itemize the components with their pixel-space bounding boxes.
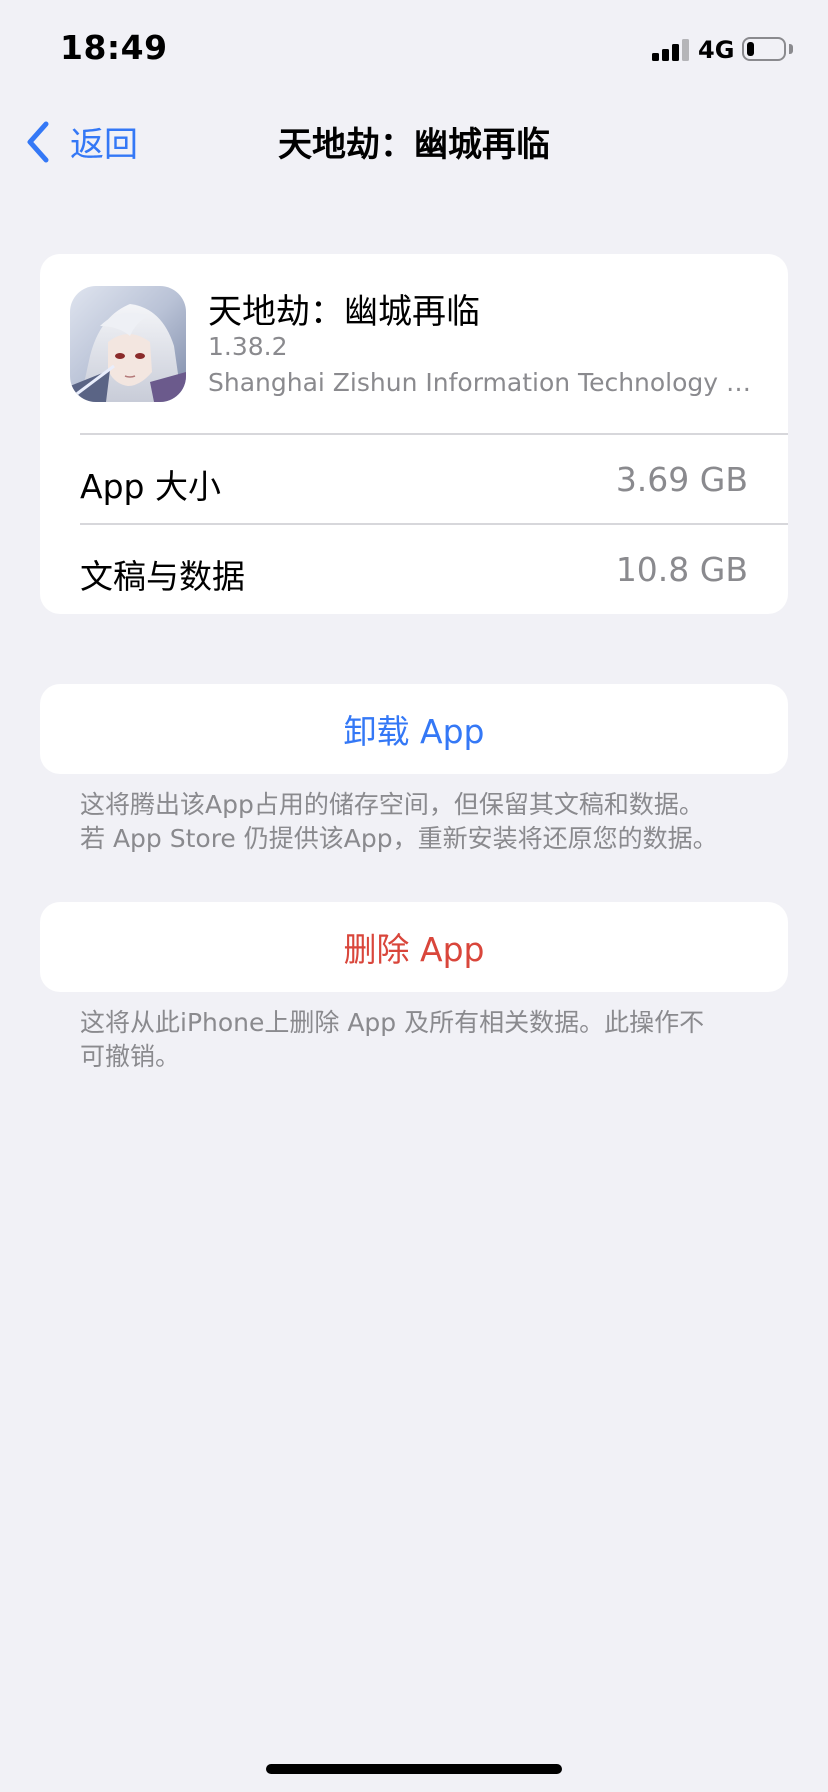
app-version: 1.38.2	[208, 332, 288, 361]
offload-app-label: 卸载 App	[343, 712, 485, 751]
app-icon	[70, 286, 186, 402]
app-size-value: 3.69 GB	[615, 460, 748, 499]
delete-description: 这将从此iPhone上删除 App 及所有相关数据。此操作不 可撤销。	[80, 1006, 750, 1074]
delete-description-line: 这将从此iPhone上删除 App 及所有相关数据。此操作不	[80, 1008, 705, 1037]
app-developer: Shanghai Zishun Information Technology C…	[208, 368, 756, 397]
app-size-label: App 大小	[80, 467, 221, 506]
delete-description-line: 可撤销。	[80, 1042, 181, 1071]
battery-level	[747, 42, 754, 56]
status-time: 18:49	[60, 28, 168, 67]
battery-icon	[742, 37, 786, 61]
offload-description-line: 这将腾出该App占用的储存空间，但保留其文稿和数据。	[80, 790, 704, 819]
divider	[80, 523, 788, 525]
delete-app-label: 删除 App	[343, 930, 485, 969]
divider	[80, 433, 788, 435]
battery-cap	[789, 44, 793, 54]
app-name: 天地劫：幽城再临	[208, 292, 480, 332]
offload-description: 这将腾出该App占用的储存空间，但保留其文稿和数据。 若 App Store 仍…	[80, 788, 750, 856]
offload-app-button[interactable]: 卸载 App	[40, 684, 788, 774]
offload-description-line: 若 App Store 仍提供该App，重新安装将还原您的数据。	[80, 824, 718, 853]
network-type: 4G	[698, 36, 735, 64]
page-title: 天地劫：幽城再临	[278, 125, 550, 165]
cellular-signal-icon	[652, 39, 690, 61]
documents-data-label: 文稿与数据	[80, 557, 245, 596]
delete-app-button[interactable]: 删除 App	[40, 902, 788, 992]
home-indicator[interactable]	[266, 1764, 562, 1774]
documents-data-value: 10.8 GB	[615, 550, 748, 589]
